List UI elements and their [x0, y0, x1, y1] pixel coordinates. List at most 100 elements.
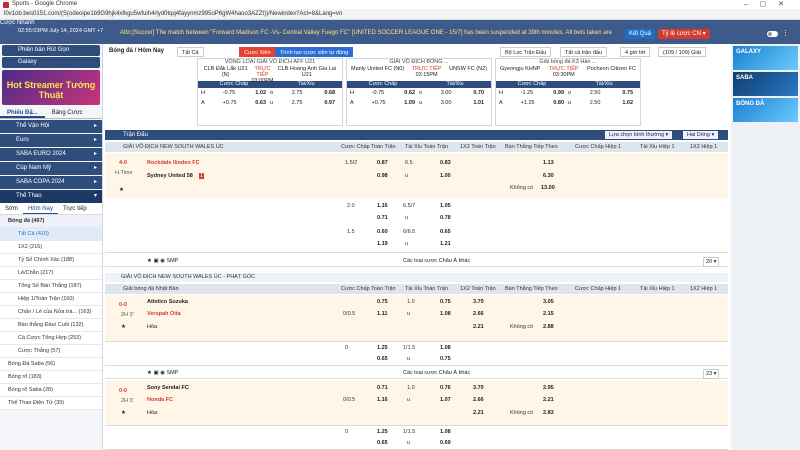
odd[interactable]: 2.66	[473, 311, 484, 317]
tab-bet-slip[interactable]: Phiếu Đặ...	[0, 107, 45, 118]
featured-card[interactable]: Giải bóng đá K3 Hàn ... Gyeongju KHNP TR…	[495, 58, 641, 126]
category-olympics[interactable]: Thể Vận Hội	[0, 120, 102, 133]
featured-card[interactable]: GIẢI VÔ ĐỊCH BÓNG ... Manly United FC (N…	[346, 58, 492, 126]
match-filter[interactable]: Bộ Lọc Trận Đấu	[500, 47, 552, 57]
left-item[interactable]: Tổng Số Bàn Thắng (187)	[0, 280, 102, 293]
sport-item[interactable]: Thể Thao Điện Tử (39)	[0, 397, 102, 410]
ad-banner[interactable]: SABA	[733, 72, 798, 96]
odd[interactable]: 0.80	[542, 98, 568, 108]
left-item[interactable]: Tất Cả (410)	[0, 228, 102, 241]
odd[interactable]: 2.21	[543, 397, 554, 403]
odd[interactable]: 2.21	[473, 324, 484, 330]
odd[interactable]: 1.07	[440, 397, 451, 403]
galaxy-button[interactable]: Galaxy	[2, 57, 100, 68]
icon-strip[interactable]: ★ ▣ ◉ SMP	[147, 256, 178, 267]
odd[interactable]: 0.70	[462, 88, 488, 98]
league-count[interactable]: (109 / 109) Giải	[658, 47, 706, 57]
star-icon[interactable]: ★	[121, 410, 126, 416]
odd[interactable]: 0.71	[377, 385, 388, 391]
category-euro[interactable]: Euro	[0, 134, 102, 147]
more-icon[interactable]: ⋮	[782, 29, 789, 37]
auto-parlay-button[interactable]: Trình tạo cược xiên tự động	[275, 47, 354, 57]
odd[interactable]: 3.70	[473, 385, 484, 391]
odd[interactable]: 2.15	[543, 311, 554, 317]
market-select[interactable]: Tất Cả	[177, 47, 204, 57]
left-item[interactable]: Tỷ Số Chính Xác (188)	[0, 254, 102, 267]
star-icon[interactable]: ★	[121, 324, 126, 330]
odds-type-button[interactable]: Tỷ lệ cược CN ▾	[658, 29, 710, 39]
left-item[interactable]: Lẻ/Chẵn (217)	[0, 267, 102, 280]
more-bets-link[interactable]: Các loại cược Châu Á khác	[403, 368, 470, 379]
odd[interactable]: 0.75	[611, 88, 637, 98]
odd[interactable]: 1.25	[377, 429, 388, 435]
odd[interactable]: 0.99	[542, 88, 568, 98]
sport-item[interactable]: Bóng rổ (183)	[0, 371, 102, 384]
left-item[interactable]: Bàn thắng Đầu/ Cuối (132)	[0, 319, 102, 332]
odd[interactable]: 2.21	[473, 410, 484, 416]
odd[interactable]: 0.65	[377, 440, 388, 446]
ad-banner[interactable]: GALAXY	[733, 46, 798, 70]
odd[interactable]: 1.01	[462, 98, 488, 108]
odd[interactable]: 3.05	[543, 299, 554, 305]
view-select[interactable]: Lựa chọn bình thường ▾	[605, 131, 673, 139]
odd[interactable]: 2.95	[543, 385, 554, 391]
odd[interactable]: 1.05	[440, 203, 451, 209]
lite-version-button[interactable]: Phiên bản Rút Gọn	[2, 45, 100, 56]
category-saba-euro[interactable]: SABA EURO 2024	[0, 148, 102, 161]
address-bar[interactable]: l0v1ob.bes0151.com/(S(odeoipe1b9G9hjk4xf…	[0, 9, 800, 20]
more-bets-link[interactable]: Các loại cược Châu Á khác	[403, 256, 470, 267]
odd[interactable]: 1.08	[440, 429, 451, 435]
promo-banner[interactable]: Hot Streamer Tướng Thuật	[2, 70, 100, 105]
odd[interactable]: 0.65	[440, 229, 451, 235]
all-matches-select[interactable]: Tất cả trận đấu	[560, 47, 607, 57]
odd[interactable]: 1.08	[440, 345, 451, 351]
odd[interactable]: 1.09	[393, 98, 419, 108]
results-button[interactable]: Kết Quả	[625, 29, 656, 39]
odd[interactable]: 0.75	[377, 299, 388, 305]
odd[interactable]: 3.70	[473, 299, 484, 305]
odd[interactable]: 0.63	[244, 98, 270, 108]
odd[interactable]: 1.13	[543, 160, 554, 166]
odd[interactable]: 2.66	[473, 397, 484, 403]
odd[interactable]: 0.75	[440, 299, 451, 305]
odd[interactable]: 0.69	[440, 440, 451, 446]
category-sports[interactable]: Thể Thao	[0, 190, 102, 203]
odd[interactable]: 0.76	[440, 385, 451, 391]
odd[interactable]: 1.02	[244, 88, 270, 98]
odd[interactable]: 0.75	[440, 356, 451, 362]
page-size-select[interactable]: 20 ▾	[703, 257, 720, 267]
subtab-today[interactable]: Hôm Nay	[22, 203, 58, 214]
odd[interactable]: 1.25	[377, 345, 388, 351]
quick-bet-toggle[interactable]	[767, 31, 778, 37]
odd[interactable]: 0.98	[377, 173, 388, 179]
odd[interactable]: 2.88	[543, 324, 554, 330]
odd[interactable]: 1.00	[440, 173, 451, 179]
sport-item[interactable]: Bóng rổ Saba (28)	[0, 384, 102, 397]
featured-card[interactable]: VÒNG LOẠI GIẢI VÔ ĐỊCH AFF U21 CLB Đắk L…	[197, 58, 343, 126]
odd[interactable]: 1.16	[377, 397, 388, 403]
hours-select[interactable]: 4 giờ tới	[620, 47, 651, 57]
subtab-live[interactable]: Trực tiếp	[58, 203, 92, 214]
odd[interactable]: 1.02	[611, 98, 637, 108]
odd[interactable]: 1.21	[440, 241, 451, 247]
parlay-button[interactable]: Cược Xiên	[239, 47, 276, 57]
left-item[interactable]: Hiệp 1/Toàn Trận (160)	[0, 293, 102, 306]
odd[interactable]: 0.87	[377, 160, 388, 166]
odd[interactable]: 1.19	[377, 241, 388, 247]
subtab-early[interactable]: Sớm	[0, 203, 23, 214]
odd[interactable]: 0.78	[440, 215, 451, 221]
left-item[interactable]: Chấn / Lẻ của Nửa trà... (163)	[0, 306, 102, 319]
category-copa[interactable]: Cúp Nam Mỹ	[0, 162, 102, 175]
league-header[interactable]: GIẢI VÔ ĐỊCH NEW SOUTH WALES ÚC - PHẠT G…	[105, 273, 728, 282]
category-saba-copa[interactable]: SABA COPA 2024	[0, 176, 102, 189]
odd[interactable]: 13.00	[541, 185, 555, 191]
odd[interactable]: 0.71	[377, 215, 388, 221]
left-item[interactable]: 1X2 (216)	[0, 241, 102, 254]
icon-strip[interactable]: ★ ▣ ◉ SMP	[147, 368, 178, 379]
soccer-heading[interactable]: Bóng đá (497)	[0, 215, 102, 228]
odd[interactable]: 0.65	[377, 356, 388, 362]
lines-select[interactable]: Hai Dòng ▾	[683, 131, 719, 139]
page-size-select[interactable]: 23 ▾	[703, 369, 720, 379]
odd[interactable]: 0.62	[393, 88, 419, 98]
odd[interactable]: 6.30	[543, 173, 554, 179]
